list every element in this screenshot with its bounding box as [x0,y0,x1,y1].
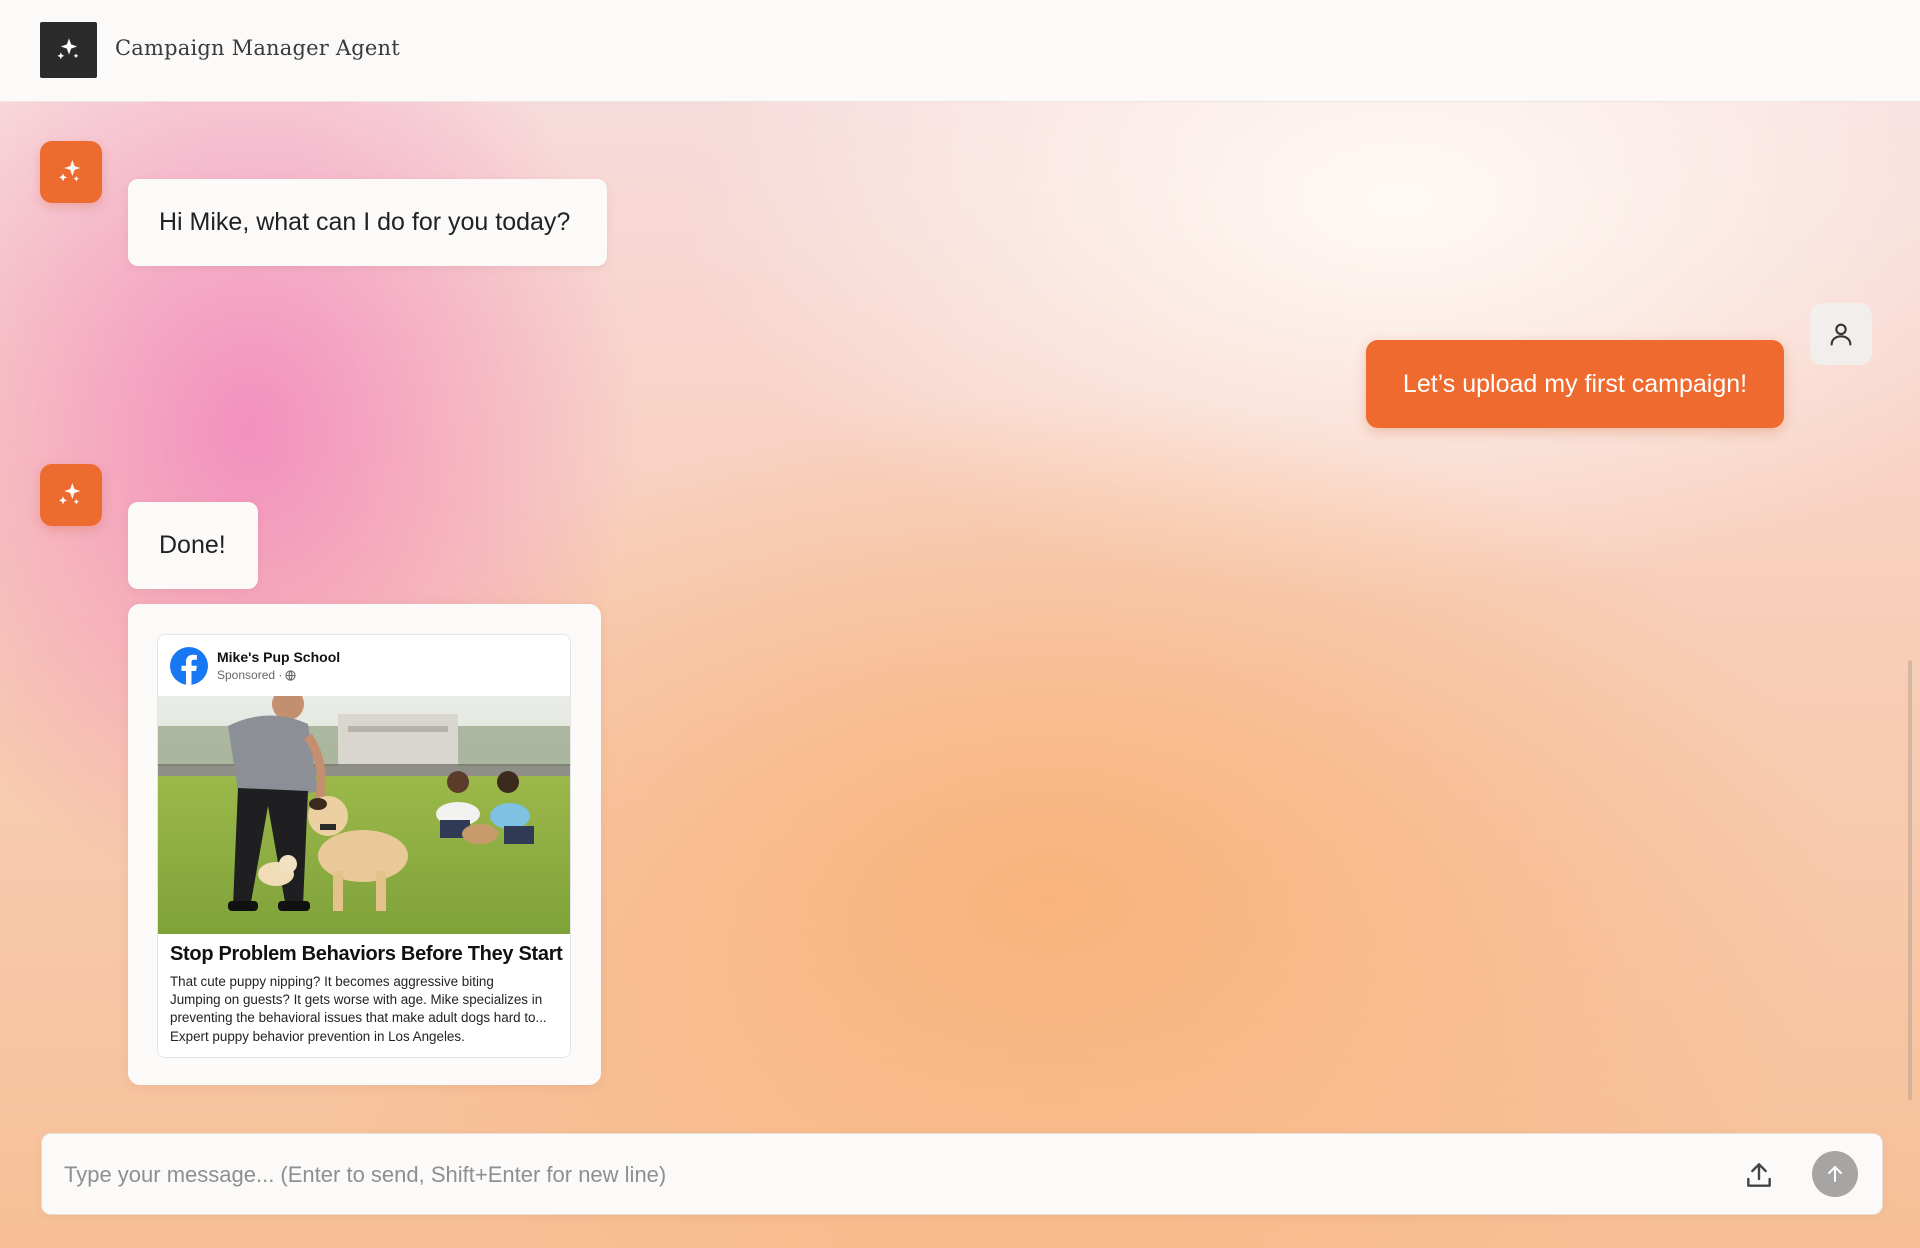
ad-image [158,696,570,934]
ad-body: That cute puppy nipping? It becomes aggr… [170,973,566,1027]
ad-preview-container: Mike's Pup School Sponsored · Stop Probl… [128,604,601,1085]
send-arrow-icon [1828,1166,1842,1182]
sparkles-icon [59,160,81,182]
ad-body-line: preventing the behavioral issues that ma… [170,1010,547,1025]
assistant-message: Done! [128,502,258,589]
chat-app: Campaign Manager Agent Hi Mike, what can… [0,0,1920,1248]
facebook-icon [170,647,208,685]
user-avatar [1810,303,1872,365]
ad-body-line: That cute puppy nipping? It becomes aggr… [170,974,494,989]
user-icon [1830,323,1852,346]
sparkles-icon [56,38,78,60]
sponsored-text: Sponsored · [217,668,283,682]
top-bar: Campaign Manager Agent [0,0,1920,102]
assistant-avatar [40,464,102,526]
send-button[interactable] [1812,1151,1858,1197]
upload-icon [1747,1163,1771,1187]
ad-body-line: Jumping on guests? It gets worse with ag… [170,992,543,1007]
assistant-message: Hi Mike, what can I do for you today? [128,179,607,266]
assistant-avatar [40,141,102,203]
sparkles-icon [59,483,81,505]
ad-photo-puppy-training [158,696,570,934]
app-logo [40,22,97,78]
facebook-ad-preview[interactable]: Mike's Pup School Sponsored · Stop Probl… [157,634,571,1058]
ad-footer-text: Expert puppy behavior prevention in Los … [170,1029,465,1044]
ad-sponsored-label: Sponsored · [217,668,297,682]
message-composer [41,1133,1883,1215]
ad-page-name: Mike's Pup School [217,649,341,665]
user-message: Let’s upload my first campaign! [1366,340,1784,428]
chat-scrollbar[interactable] [1908,660,1912,1100]
ad-header: Mike's Pup School Sponsored · [158,635,570,696]
app-title: Campaign Manager Agent [115,36,400,60]
globe-icon [285,669,297,681]
message-input[interactable] [64,1156,1724,1194]
upload-button[interactable] [1736,1152,1782,1198]
ad-headline: Stop Problem Behaviors Before They Start [170,943,563,965]
